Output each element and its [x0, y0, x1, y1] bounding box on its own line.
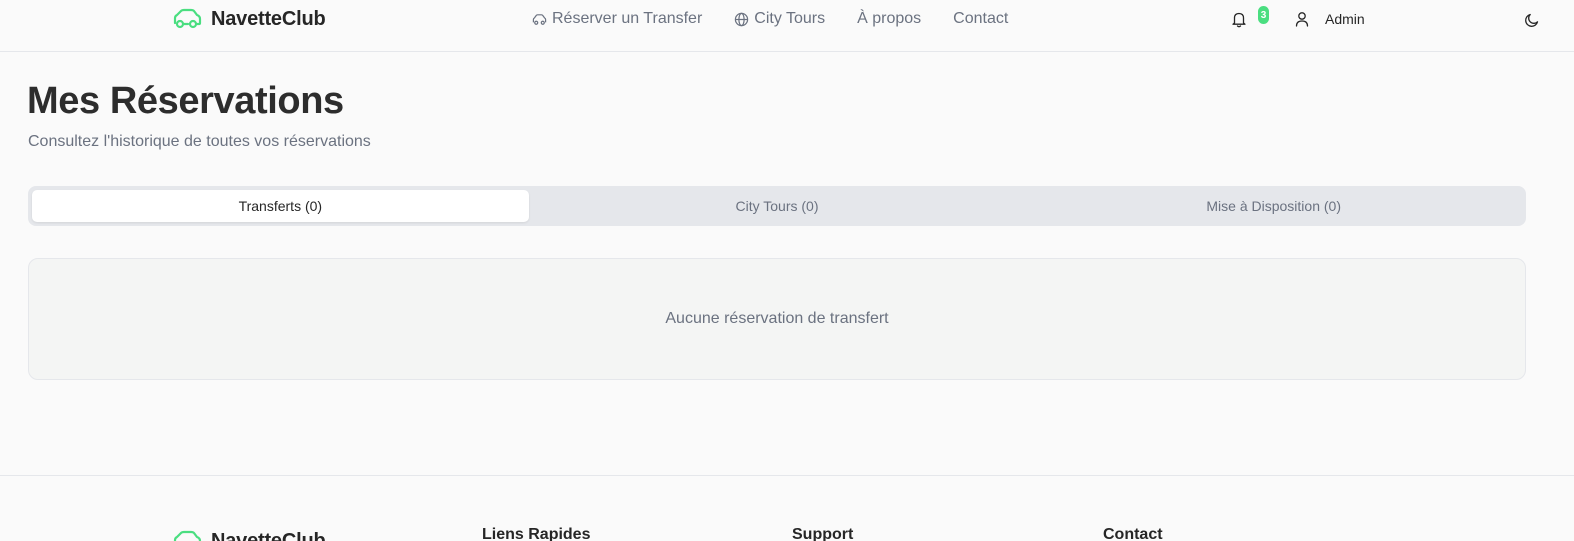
- tab-city-tours[interactable]: City Tours (0): [529, 190, 1026, 222]
- nav-label: À propos: [857, 10, 922, 27]
- footer-heading-contact: Contact: [1103, 526, 1163, 541]
- car-icon: [173, 8, 202, 29]
- car-icon: [532, 13, 547, 25]
- nav-label: City Tours: [754, 10, 826, 27]
- page-subtitle: Consultez l'historique de toutes vos rés…: [28, 133, 371, 150]
- user-menu[interactable]: Admin: [1295, 8, 1365, 30]
- notification-count-badge: 3: [1258, 6, 1269, 24]
- tab-transfers[interactable]: Transferts (0): [32, 190, 529, 222]
- nav-label: Réserver un Transfer: [552, 10, 703, 27]
- brand-logo[interactable]: NavetteClub: [172, 5, 326, 33]
- site-footer: NavetteClub Liens Rapides Support Contac…: [0, 475, 1574, 541]
- user-icon: [1295, 12, 1309, 27]
- tab-disposal[interactable]: Mise à Disposition (0): [1025, 190, 1522, 222]
- site-header: NavetteClub Réserver un Transfer City To…: [0, 0, 1574, 52]
- globe-icon: [735, 12, 749, 26]
- nav-city-tours[interactable]: City Tours: [734, 10, 825, 28]
- moon-icon[interactable]: [1524, 12, 1540, 28]
- nav-book-transfer[interactable]: Réserver un Transfer: [532, 10, 702, 28]
- main-nav: Réserver un Transfer City Tours À propos…: [532, 7, 1008, 31]
- nav-about[interactable]: À propos: [857, 10, 921, 28]
- footer-brand-name: NavetteClub: [211, 529, 326, 541]
- user-name: Admin: [1325, 11, 1365, 27]
- nav-label: Contact: [953, 10, 1009, 27]
- reservation-tabs: Transferts (0) City Tours (0) Mise à Dis…: [28, 186, 1526, 226]
- empty-state-message: Aucune réservation de transfert: [665, 310, 889, 327]
- bell-icon[interactable]: [1231, 11, 1247, 28]
- footer-heading-support: Support: [792, 526, 854, 541]
- page-title: Mes Réservations: [27, 80, 344, 122]
- brand-name: NavetteClub: [211, 7, 326, 30]
- footer-brand-logo[interactable]: NavetteClub: [172, 527, 326, 541]
- car-icon: [173, 530, 202, 541]
- empty-state-card: Aucune réservation de transfert: [28, 258, 1526, 380]
- footer-heading-quick-links: Liens Rapides: [482, 526, 591, 541]
- nav-contact[interactable]: Contact: [953, 10, 1008, 28]
